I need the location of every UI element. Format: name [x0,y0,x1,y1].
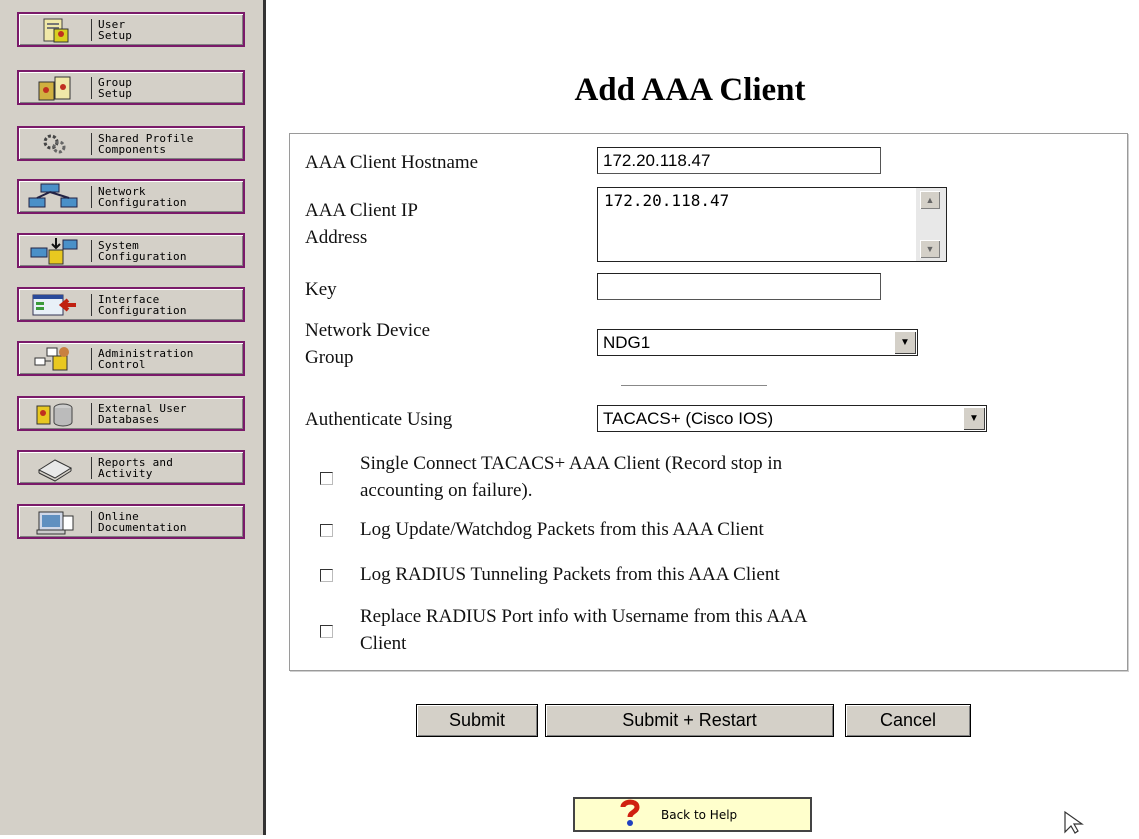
sidebar-item-label: Shared Profile Components [98,131,194,156]
help-question-icon [619,798,641,831]
sidebar-item-label: External User Databases [98,401,187,426]
single-connect-label-line2: accounting on failure). [360,480,533,501]
sidebar-item-label: System Configuration [98,238,187,263]
ip-address-input[interactable]: 172.20.118.47 [598,188,916,261]
replace-radius-port-checkbox[interactable] [320,625,333,638]
sidebar-item-label: Administration Control [98,346,194,371]
back-to-help-label: Back to Help [661,807,738,822]
ndg-select[interactable]: NDG1 ▼ [597,329,918,356]
log-watchdog-label: Log Update/Watchdog Packets from this AA… [360,519,764,540]
auth-label: Authenticate Using [305,409,453,430]
sidebar-item-online-documentation[interactable]: Online Documentation [17,504,245,539]
hostname-label: AAA Client Hostname [305,152,479,173]
sidebar-item-group-setup[interactable]: Group Setup [17,70,245,105]
sidebar-item-label: Reports and Activity [98,455,174,480]
single-connect-label: Single Connect TACACS+ AAA Client (Recor… [360,453,783,474]
interface-config-icon [19,289,91,320]
log-radius-tunneling-label: Log RADIUS Tunneling Packets from this A… [360,564,780,585]
log-watchdog-checkbox[interactable] [320,524,333,537]
network-config-icon [19,181,91,212]
page-title: Add AAA Client [574,72,806,108]
scroll-down-icon[interactable]: ▼ [920,240,940,258]
replace-radius-port-label-line2: Client [360,633,407,654]
system-config-icon [19,235,91,266]
sidebar-item-label: Online Documentation [98,509,187,534]
sidebar-item-label: User Setup [98,17,133,42]
external-db-icon [19,398,91,429]
sidebar-item-system-configuration[interactable]: System Configuration [17,233,245,268]
cancel-button[interactable]: Cancel [845,704,971,737]
submit-restart-button[interactable]: Submit + Restart [545,704,834,737]
sidebar-item-label: Group Setup [98,75,133,100]
key-input[interactable] [597,273,881,300]
ndg-select-value: NDG1 [603,333,651,352]
sidebar-item-shared-profile[interactable]: Shared Profile Components [17,126,245,161]
hostname-input[interactable] [597,147,881,174]
sidebar-item-user-setup[interactable]: User Setup [17,12,245,47]
back-to-help-button[interactable]: Back to Help [573,797,812,832]
ip-scrollbar[interactable]: ▲ ▼ [916,188,946,261]
user-setup-icon [19,14,91,45]
ip-address-textarea-wrap: 172.20.118.47 ▲ ▼ [597,187,947,262]
shared-profile-icon [19,128,91,159]
divider [621,385,767,386]
scroll-up-icon[interactable]: ▲ [920,191,940,209]
chevron-down-icon[interactable]: ▼ [894,331,916,354]
sidebar-item-interface-configuration[interactable]: Interface Configuration [17,287,245,322]
ip-label-line2: Address [305,227,368,248]
sidebar-item-network-configuration[interactable]: Network Configuration [17,179,245,214]
group-setup-icon [19,72,91,103]
sidebar-item-label: Interface Configuration [98,292,187,317]
sidebar: User Setup Group Setup Shared Profile Co… [0,0,266,835]
key-label: Key [305,279,337,300]
sidebar-item-label: Network Configuration [98,184,187,209]
replace-radius-port-label: Replace RADIUS Port info with Username f… [360,606,808,627]
admin-control-icon [19,343,91,374]
sidebar-item-external-user-databases[interactable]: External User Databases [17,396,245,431]
ndg-label-line2: Group [305,347,354,368]
auth-select[interactable]: TACACS+ (Cisco IOS) ▼ [597,405,987,432]
log-radius-tunneling-checkbox[interactable] [320,569,333,582]
ndg-label: Network Device [305,320,431,341]
single-connect-checkbox[interactable] [320,472,333,485]
ip-label: AAA Client IP [305,200,418,221]
documentation-icon [19,506,91,537]
submit-button[interactable]: Submit [416,704,538,737]
reports-icon [19,452,91,483]
chevron-down-icon[interactable]: ▼ [963,407,985,430]
sidebar-item-administration-control[interactable]: Administration Control [17,341,245,376]
auth-select-value: TACACS+ (Cisco IOS) [603,409,774,428]
sidebar-item-reports-activity[interactable]: Reports and Activity [17,450,245,485]
